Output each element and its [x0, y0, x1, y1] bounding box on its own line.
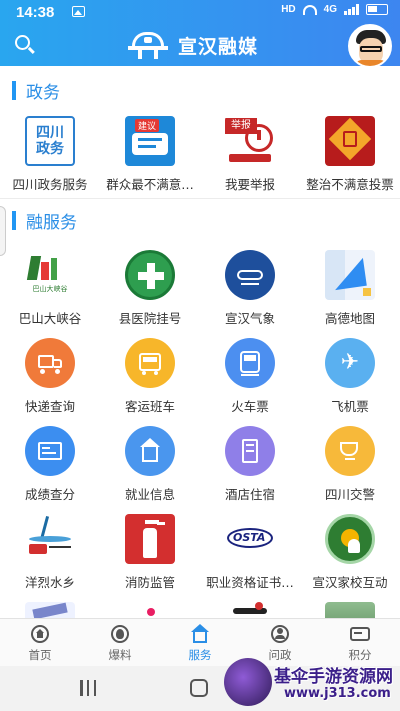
section-header-gov: 政务	[12, 78, 60, 103]
person-icon	[270, 624, 290, 644]
gov-item-report[interactable]: 举报 我要举报	[200, 116, 300, 193]
service-item-partial-3[interactable]	[200, 602, 300, 618]
side-pull-tab[interactable]	[0, 206, 6, 256]
section-title-gov: 政务	[26, 83, 60, 103]
gallery-icon	[72, 6, 85, 17]
service-item-weather[interactable]: 宣汉气象	[200, 250, 300, 327]
recents-icon[interactable]	[80, 680, 96, 696]
service-item-hospital[interactable]: 县医院挂号	[100, 250, 200, 327]
section-divider	[0, 198, 400, 199]
bus-icon	[125, 338, 175, 388]
score-card-icon	[25, 426, 75, 476]
signal-icon	[344, 4, 359, 15]
section-header-services: 融服务	[12, 208, 77, 233]
watermark-logo-icon	[224, 658, 272, 706]
points-icon	[350, 624, 370, 644]
network-label: 4G	[323, 4, 337, 15]
service-item-school[interactable]: 宣汉家校互动	[300, 514, 400, 591]
section-bar	[12, 211, 16, 230]
train-icon	[225, 338, 275, 388]
service-item-traffic-police[interactable]: 四川交警	[300, 426, 400, 503]
hd-label: HD	[281, 4, 296, 15]
plane-icon: ✈	[325, 338, 375, 388]
fire-icon	[110, 624, 130, 644]
water-town-logo-icon	[25, 514, 75, 564]
service-house-icon	[190, 624, 210, 644]
partial-app-icon	[225, 602, 275, 618]
brand: 宣汉融媒	[128, 30, 258, 60]
vote-icon	[325, 116, 375, 166]
service-item-train[interactable]: 火车票	[200, 338, 300, 415]
status-time: 14:38	[16, 4, 55, 21]
section-bar	[12, 81, 16, 100]
search-icon[interactable]	[14, 34, 36, 56]
app-title: 宣汉融媒	[178, 35, 259, 58]
user-avatar[interactable]	[348, 24, 392, 68]
partial-app-icon	[125, 602, 175, 618]
suggestion-icon: 建议	[125, 116, 175, 166]
watermark: 基伞手游资源网 www.j313.com	[222, 656, 400, 711]
watermark-url: www.j313.com	[284, 686, 391, 701]
hospital-logo-icon	[125, 250, 175, 300]
gov-item-suggestion[interactable]: 建议 群众最不满意…	[100, 116, 200, 193]
weather-icon	[225, 250, 275, 300]
battery-icon	[366, 4, 388, 15]
delivery-truck-icon	[25, 338, 75, 388]
job-house-icon	[125, 426, 175, 476]
service-item-plane[interactable]: ✈ 飞机票	[300, 338, 400, 415]
fire-extinguisher-icon	[125, 514, 175, 564]
service-item-jobs[interactable]: 就业信息	[100, 426, 200, 503]
service-item-partial-1[interactable]	[0, 602, 100, 618]
amap-icon	[325, 250, 375, 300]
service-content[interactable]: 政务 四川 政务 四川政务服务 建议 群众最不满意… 举报 我要举报 整治不满意…	[0, 66, 400, 618]
status-bar: 14:38 HD 4G	[0, 0, 400, 24]
osta-logo-icon: OSTA	[225, 514, 275, 564]
police-cup-icon	[325, 426, 375, 476]
nav-tips[interactable]: 爆料	[80, 619, 160, 667]
service-item-partial-2[interactable]	[100, 602, 200, 618]
wifi-icon	[302, 4, 317, 15]
school-logo-icon	[325, 514, 375, 564]
home-icon	[30, 624, 50, 644]
report-icon: 举报	[225, 116, 275, 166]
service-item-partial-4[interactable]	[300, 602, 400, 618]
service-item-bus[interactable]: 客运班车	[100, 338, 200, 415]
service-item-water-town[interactable]: 洋烈水乡	[0, 514, 100, 591]
service-item-score[interactable]: 成绩查分	[0, 426, 100, 503]
service-item-qualification[interactable]: OSTA 职业资格证书…	[200, 514, 300, 591]
section-title-services: 融服务	[26, 213, 77, 233]
app-header: 宣汉融媒	[0, 24, 400, 68]
hotel-building-icon	[225, 426, 275, 476]
service-item-hotel[interactable]: 酒店住宿	[200, 426, 300, 503]
partial-app-icon	[25, 602, 75, 618]
nav-home[interactable]: 首页	[0, 619, 80, 667]
watermark-title: 基伞手游资源网	[274, 667, 393, 687]
sichuan-gov-logo-icon: 四川 政务	[25, 116, 75, 166]
gov-item-sichuan[interactable]: 四川 政务 四川政务服务	[0, 116, 100, 193]
system-home-icon[interactable]	[190, 679, 208, 697]
service-item-fire-control[interactable]: 消防监管	[100, 514, 200, 591]
service-item-amap[interactable]: 高德地图	[300, 250, 400, 327]
service-item-delivery[interactable]: 快递查询	[0, 338, 100, 415]
bashan-canyon-logo-icon: 巴山大峡谷	[25, 250, 75, 300]
gov-item-vote[interactable]: 整治不满意投票	[300, 116, 400, 193]
app-logo-icon	[128, 30, 168, 60]
service-item-bashan[interactable]: 巴山大峡谷 巴山大峡谷	[0, 250, 100, 327]
partial-app-icon	[325, 602, 375, 618]
status-right: HD 4G	[281, 4, 388, 15]
